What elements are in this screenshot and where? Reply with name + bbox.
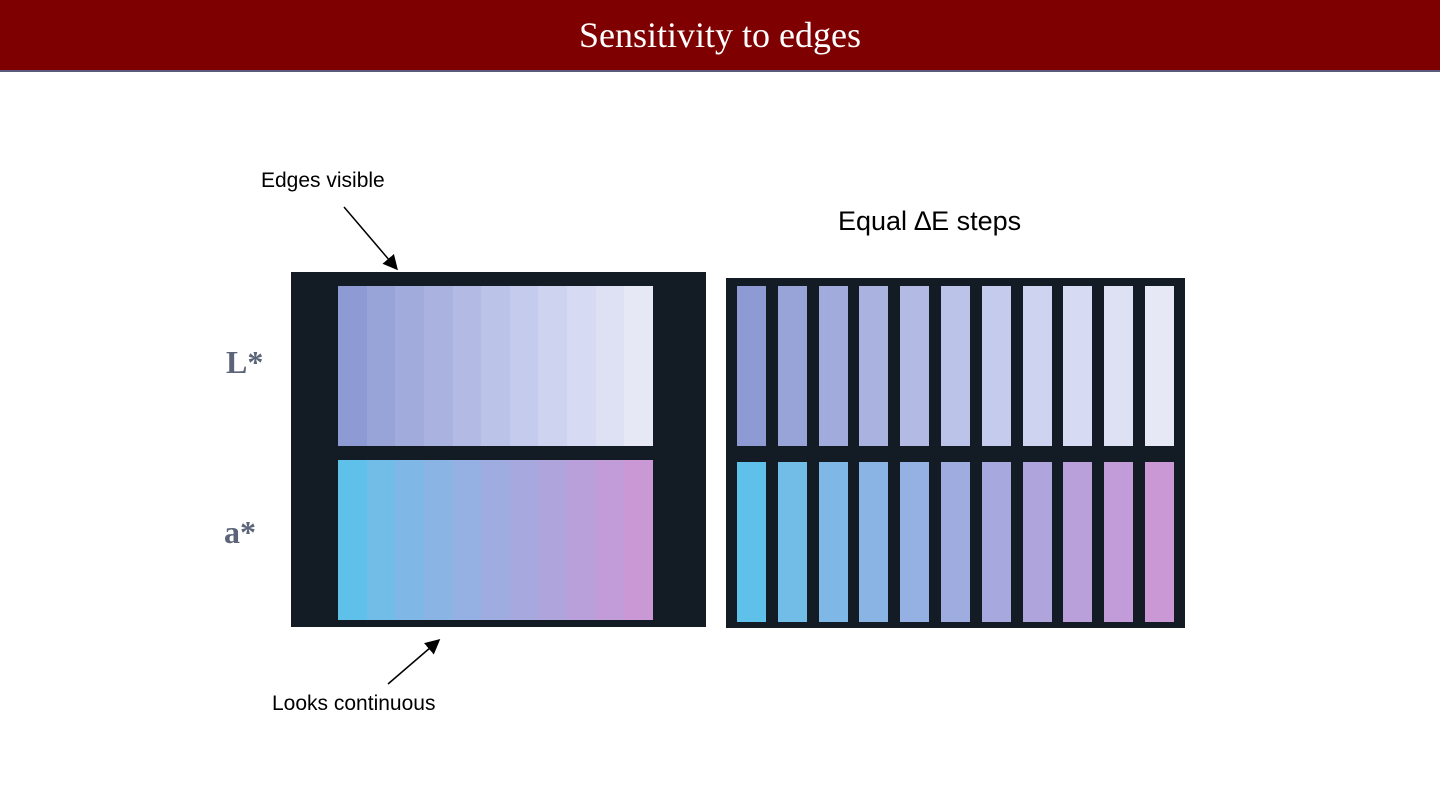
continuous-arrow [387, 639, 441, 685]
edges-arrow [343, 206, 398, 271]
arrows [343, 206, 441, 685]
